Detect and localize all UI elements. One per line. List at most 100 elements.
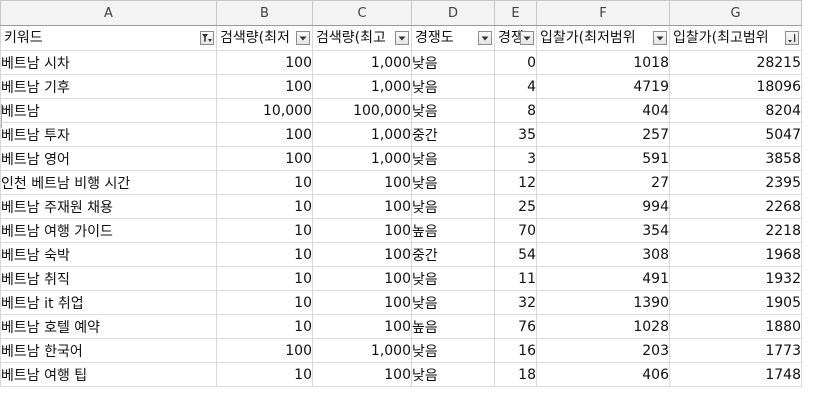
sort-desc-icon[interactable]: [785, 31, 799, 45]
grid-cell[interactable]: 4719: [536, 74, 670, 99]
grid-cell[interactable]: 25: [494, 194, 537, 219]
grid-cell[interactable]: 100: [216, 50, 313, 75]
column-header-g[interactable]: G: [669, 0, 802, 26]
grid-cell[interactable]: 10: [216, 242, 313, 267]
grid-cell[interactable]: 높음: [411, 218, 495, 243]
grid-cell[interactable]: 100: [216, 146, 313, 171]
grid-cell[interactable]: 베트남: [0, 98, 217, 123]
field-header-cell[interactable]: 키워드: [0, 25, 217, 51]
grid-cell[interactable]: 100: [312, 290, 412, 315]
grid-cell[interactable]: 8204: [669, 98, 802, 123]
field-header-cell[interactable]: 검색량(최저: [216, 25, 313, 51]
grid-cell[interactable]: 100: [312, 194, 412, 219]
column-header-b[interactable]: B: [216, 0, 313, 26]
grid-cell[interactable]: 54: [494, 242, 537, 267]
grid-cell[interactable]: 35: [494, 122, 537, 147]
grid-cell[interactable]: 1968: [669, 242, 802, 267]
grid-cell[interactable]: 100: [216, 338, 313, 363]
grid-cell[interactable]: 1,000: [312, 338, 412, 363]
dropdown-icon[interactable]: [478, 31, 492, 45]
grid-cell[interactable]: 70: [494, 218, 537, 243]
grid-cell[interactable]: 10: [216, 266, 313, 291]
grid-cell[interactable]: 4: [494, 74, 537, 99]
grid-cell[interactable]: 1,000: [312, 122, 412, 147]
grid-cell[interactable]: 3: [494, 146, 537, 171]
dropdown-icon[interactable]: [653, 31, 667, 45]
grid-cell[interactable]: 베트남 시차: [0, 50, 217, 75]
field-header-cell[interactable]: 경쟁도: [411, 25, 495, 51]
grid-cell[interactable]: 높음: [411, 314, 495, 339]
grid-cell[interactable]: 100: [216, 74, 313, 99]
grid-cell[interactable]: 100: [312, 362, 412, 387]
field-header-cell[interactable]: 검색량(최고: [312, 25, 412, 51]
grid-cell[interactable]: 10: [216, 194, 313, 219]
grid-cell[interactable]: 낮음: [411, 266, 495, 291]
grid-cell[interactable]: 낮음: [411, 98, 495, 123]
grid-cell[interactable]: 491: [536, 266, 670, 291]
grid-cell[interactable]: 낮음: [411, 170, 495, 195]
grid-cell[interactable]: 18: [494, 362, 537, 387]
grid-cell[interactable]: 중간: [411, 122, 495, 147]
field-header-cell[interactable]: 입찰가(최고범위: [669, 25, 802, 51]
grid-cell[interactable]: 0: [494, 50, 537, 75]
grid-cell[interactable]: 베트남 취직: [0, 266, 217, 291]
grid-cell[interactable]: 8: [494, 98, 537, 123]
filter-active-icon[interactable]: [200, 31, 214, 45]
grid-cell[interactable]: 베트남 주재원 채용: [0, 194, 217, 219]
grid-cell[interactable]: 27: [536, 170, 670, 195]
grid-cell[interactable]: 1,000: [312, 146, 412, 171]
grid-cell[interactable]: 11: [494, 266, 537, 291]
grid-cell[interactable]: 베트남 여행 가이드: [0, 218, 217, 243]
grid-cell[interactable]: 1,000: [312, 74, 412, 99]
grid-cell[interactable]: 32: [494, 290, 537, 315]
dropdown-icon[interactable]: [296, 31, 310, 45]
grid-cell[interactable]: 베트남 여행 팁: [0, 362, 217, 387]
column-header-c[interactable]: C: [312, 0, 412, 26]
grid-cell[interactable]: 중간: [411, 242, 495, 267]
grid-cell[interactable]: 406: [536, 362, 670, 387]
grid-cell[interactable]: 3858: [669, 146, 802, 171]
grid-cell[interactable]: 1880: [669, 314, 802, 339]
grid-cell[interactable]: 76: [494, 314, 537, 339]
dropdown-icon[interactable]: [395, 31, 409, 45]
grid-cell[interactable]: 28215: [669, 50, 802, 75]
grid-cell[interactable]: 404: [536, 98, 670, 123]
grid-cell[interactable]: 낮음: [411, 50, 495, 75]
grid-cell[interactable]: 10,000: [216, 98, 313, 123]
column-header-f[interactable]: F: [536, 0, 670, 26]
grid-cell[interactable]: 낮음: [411, 74, 495, 99]
grid-cell[interactable]: 1773: [669, 338, 802, 363]
grid-cell[interactable]: 100,000: [312, 98, 412, 123]
grid-cell[interactable]: 10: [216, 170, 313, 195]
grid-cell[interactable]: 낮음: [411, 338, 495, 363]
grid-cell[interactable]: 베트남 영어: [0, 146, 217, 171]
grid-cell[interactable]: 308: [536, 242, 670, 267]
grid-cell[interactable]: 낮음: [411, 194, 495, 219]
grid-cell[interactable]: 10: [216, 290, 313, 315]
grid-cell[interactable]: 16: [494, 338, 537, 363]
grid-cell[interactable]: 베트남 숙박: [0, 242, 217, 267]
grid-cell[interactable]: 5047: [669, 122, 802, 147]
grid-cell[interactable]: 베트남 한국어: [0, 338, 217, 363]
grid-cell[interactable]: 203: [536, 338, 670, 363]
dropdown-icon[interactable]: [520, 31, 534, 45]
grid-cell[interactable]: 낮음: [411, 290, 495, 315]
grid-cell[interactable]: 354: [536, 218, 670, 243]
grid-cell[interactable]: 인천 베트남 비행 시간: [0, 170, 217, 195]
grid-cell[interactable]: 2218: [669, 218, 802, 243]
column-header-e[interactable]: E: [494, 0, 537, 26]
grid-cell[interactable]: 낮음: [411, 146, 495, 171]
grid-cell[interactable]: 591: [536, 146, 670, 171]
grid-cell[interactable]: 베트남 it 취업: [0, 290, 217, 315]
grid-cell[interactable]: 베트남 투자: [0, 122, 217, 147]
grid-cell[interactable]: 1028: [536, 314, 670, 339]
grid-cell[interactable]: 10: [216, 314, 313, 339]
grid-cell[interactable]: 2395: [669, 170, 802, 195]
grid-cell[interactable]: 베트남 기후: [0, 74, 217, 99]
grid-cell[interactable]: 10: [216, 362, 313, 387]
column-header-a[interactable]: A: [0, 0, 217, 26]
grid-cell[interactable]: 1018: [536, 50, 670, 75]
grid-cell[interactable]: 베트남 호텔 예약: [0, 314, 217, 339]
grid-cell[interactable]: 100: [312, 218, 412, 243]
grid-cell[interactable]: 1905: [669, 290, 802, 315]
